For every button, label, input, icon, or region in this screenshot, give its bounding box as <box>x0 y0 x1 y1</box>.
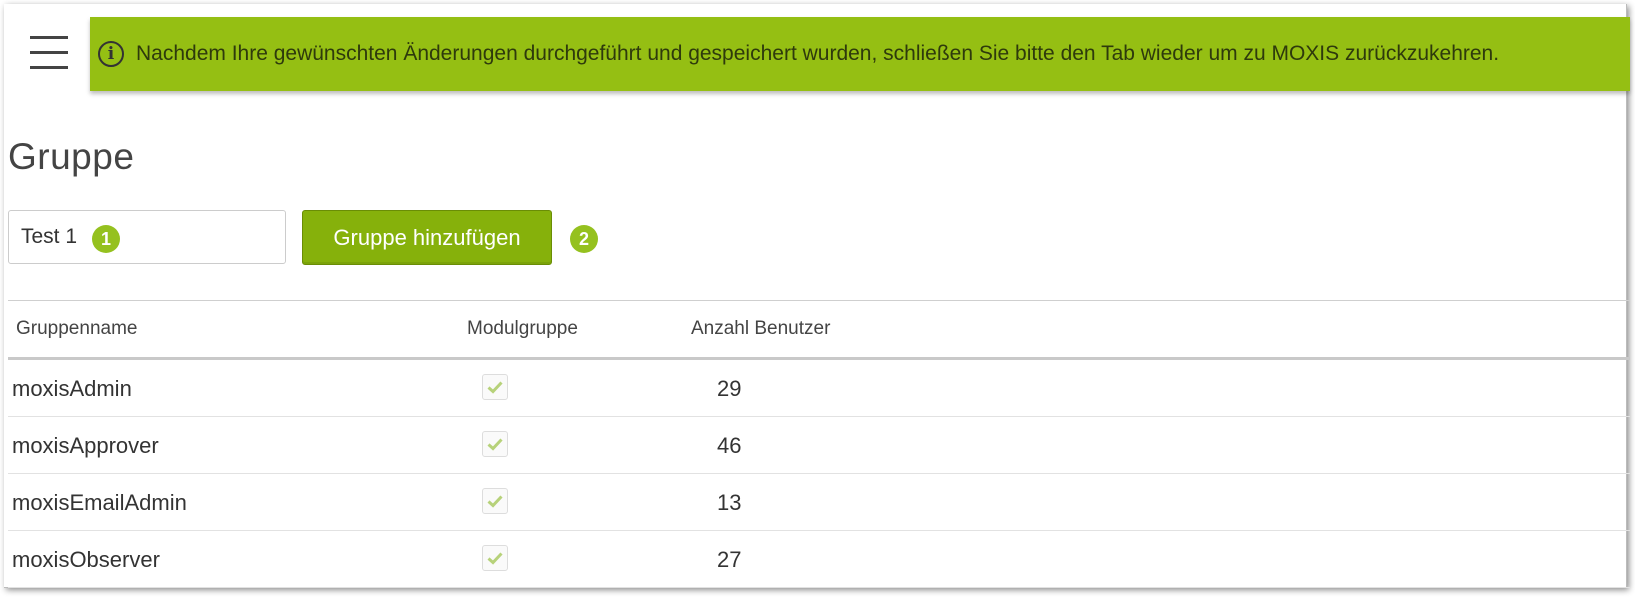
app-window: i Nachdem Ihre gewünschten Änderungen du… <box>4 4 1630 588</box>
modulgruppe-checkbox <box>482 488 508 514</box>
check-icon <box>487 552 503 565</box>
group-name-input[interactable] <box>8 210 286 264</box>
add-group-button[interactable]: Gruppe hinzufügen <box>302 210 552 265</box>
hamburger-menu-icon[interactable] <box>30 36 68 70</box>
user-count-cell: 29 <box>717 376 742 401</box>
user-count-cell: 46 <box>717 433 742 458</box>
info-notification-banner: i Nachdem Ihre gewünschten Änderungen du… <box>90 17 1630 91</box>
table-row[interactable]: moxisEmailAdmin 13 <box>8 474 1630 531</box>
table-header: Gruppenname Modulgruppe Anzahl Benutzer <box>8 300 1630 360</box>
group-name-cell: moxisAdmin <box>12 376 132 401</box>
modulgruppe-checkbox <box>482 431 508 457</box>
page-title: Gruppe <box>8 136 135 177</box>
user-count-cell: 13 <box>717 490 742 515</box>
group-name-cell: moxisApprover <box>12 433 159 458</box>
groups-table: Gruppenname Modulgruppe Anzahl Benutzer … <box>8 300 1630 588</box>
check-icon <box>487 495 503 508</box>
check-icon <box>487 438 503 451</box>
group-name-cell: moxisEmailAdmin <box>12 490 187 515</box>
table-row[interactable]: moxisApprover 46 <box>8 417 1630 474</box>
group-name-cell: moxisObserver <box>12 547 160 572</box>
table-row[interactable]: moxisAdmin 29 <box>8 360 1630 417</box>
info-icon: i <box>98 41 124 67</box>
step-badge-1: 1 <box>92 225 120 253</box>
step-badge-2: 2 <box>570 225 598 253</box>
user-count-cell: 27 <box>717 547 742 572</box>
modulgruppe-checkbox <box>482 545 508 571</box>
check-icon <box>487 381 503 394</box>
column-header-modulgruppe[interactable]: Modulgruppe <box>467 318 578 340</box>
column-header-gruppenname[interactable]: Gruppenname <box>16 318 137 340</box>
column-header-anzahl-benutzer[interactable]: Anzahl Benutzer <box>691 318 830 340</box>
table-row[interactable]: moxisObserver 27 <box>8 531 1630 588</box>
notification-message: Nachdem Ihre gewünschten Änderungen durc… <box>136 42 1500 65</box>
modulgruppe-checkbox <box>482 374 508 400</box>
